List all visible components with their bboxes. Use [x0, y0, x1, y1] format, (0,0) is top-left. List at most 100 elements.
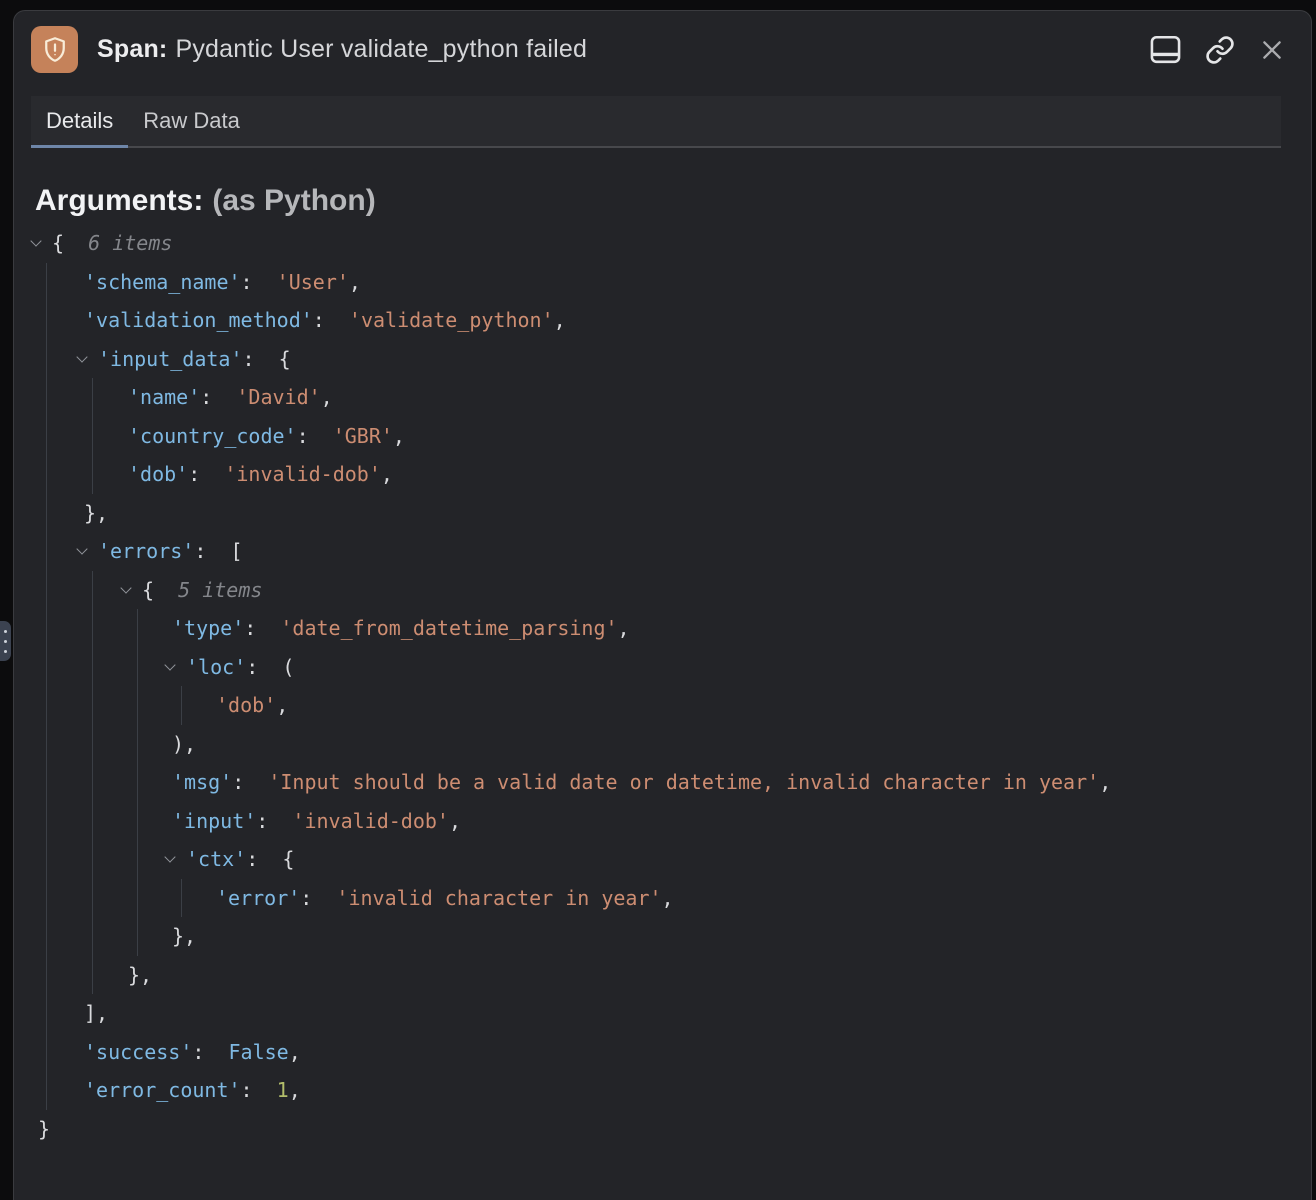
- json-punctuation: :: [313, 308, 349, 332]
- tree-row: },: [14, 494, 1311, 533]
- json-string: 'date_from_datetime_parsing': [280, 616, 617, 640]
- panel-title-text: Pydantic User validate_python failed: [175, 35, 587, 63]
- indent-guide: [137, 648, 138, 687]
- chevron-down-icon[interactable]: [76, 544, 87, 555]
- json-string: 'User': [277, 270, 349, 294]
- json-punctuation: ,: [393, 424, 405, 448]
- json-key: 'input_data': [98, 347, 243, 371]
- header-actions: [1150, 35, 1285, 65]
- indent-guide: [46, 378, 47, 417]
- section-heading: Arguments: (as Python): [35, 184, 1311, 218]
- json-punctuation: :: [241, 270, 277, 294]
- indent-guide: [92, 725, 93, 764]
- indent-guide: [137, 725, 138, 764]
- tab-bar: DetailsRaw Data: [31, 96, 1281, 148]
- json-punctuation: }: [38, 1117, 50, 1141]
- panel-header: Span:Pydantic User validate_python faile…: [14, 11, 1311, 73]
- indent-guide: [46, 455, 47, 494]
- indent-guide: [137, 686, 138, 725]
- json-punctuation: :: [297, 424, 333, 448]
- json-punctuation: : (: [246, 655, 294, 679]
- indent-guide: [46, 956, 47, 995]
- json-punctuation: },: [128, 963, 152, 987]
- indent-guide: [137, 609, 138, 648]
- json-punctuation: ,: [289, 1078, 301, 1102]
- json-key: 'dob': [128, 462, 188, 486]
- chevron-down-icon[interactable]: [164, 659, 175, 670]
- json-key: 'validation_method': [84, 308, 313, 332]
- json-punctuation: {: [52, 231, 88, 255]
- json-punctuation: },: [84, 501, 108, 525]
- shield-alert-icon: [31, 26, 78, 73]
- indent-guide: [92, 378, 93, 417]
- json-tree: { 6 items'schema_name': 'User','validati…: [14, 224, 1311, 1148]
- json-punctuation: ,: [618, 616, 630, 640]
- json-punctuation: :: [300, 886, 336, 910]
- json-string: 'invalid-dob': [292, 809, 449, 833]
- tree-row: 'error_count': 1,: [14, 1071, 1311, 1110]
- json-number: 1: [277, 1078, 289, 1102]
- section-heading-suffix: (as Python): [212, 184, 375, 217]
- json-key: 'success': [84, 1040, 192, 1064]
- indent-guide: [92, 417, 93, 456]
- indent-guide: [92, 763, 93, 802]
- panel-title: Span:Pydantic User validate_python faile…: [97, 35, 587, 64]
- json-key: 'country_code': [128, 424, 297, 448]
- close-icon[interactable]: [1259, 37, 1285, 63]
- indent-guide: [46, 609, 47, 648]
- indent-guide: [92, 686, 93, 725]
- tree-row: 'msg': 'Input should be a valid date or …: [14, 763, 1311, 802]
- indent-guide: [46, 417, 47, 456]
- indent-guide: [46, 340, 47, 379]
- indent-guide: [46, 840, 47, 879]
- json-string: 'validate_python': [349, 308, 554, 332]
- indent-guide: [92, 840, 93, 879]
- indent-guide: [46, 532, 47, 571]
- indent-guide: [46, 802, 47, 841]
- tree-row: }: [14, 1110, 1311, 1149]
- json-punctuation: ],: [84, 1001, 108, 1025]
- indent-guide: [92, 917, 93, 956]
- json-key: 'schema_name': [84, 270, 241, 294]
- indent-guide: [92, 879, 93, 918]
- panel-bottom-icon[interactable]: [1150, 35, 1181, 64]
- json-string: 'invalid character in year': [336, 886, 661, 910]
- indent-guide: [92, 648, 93, 687]
- json-punctuation: },: [172, 924, 196, 948]
- indent-guide: [46, 1071, 47, 1110]
- json-boolean: False: [229, 1040, 289, 1064]
- indent-guide: [181, 879, 182, 918]
- tree-row: },: [14, 917, 1311, 956]
- tree-row: 'input_data': {: [14, 340, 1311, 379]
- chevron-down-icon[interactable]: [76, 351, 87, 362]
- tree-row: },: [14, 956, 1311, 995]
- chevron-down-icon[interactable]: [120, 582, 131, 593]
- json-punctuation: ,: [554, 308, 566, 332]
- json-punctuation: :: [200, 385, 236, 409]
- tab-raw-data[interactable]: Raw Data: [128, 96, 255, 146]
- tab-details[interactable]: Details: [31, 96, 128, 146]
- indent-guide: [46, 571, 47, 610]
- indent-guide: [92, 455, 93, 494]
- indent-guide: [46, 917, 47, 956]
- span-detail-panel: Span:Pydantic User validate_python faile…: [13, 10, 1312, 1200]
- json-punctuation: ,: [276, 693, 288, 717]
- drag-handle[interactable]: [0, 621, 11, 661]
- json-punctuation: ,: [381, 462, 393, 486]
- section-heading-main: Arguments:: [35, 184, 203, 217]
- json-punctuation: :: [232, 770, 268, 794]
- tree-row: 'success': False,: [14, 1033, 1311, 1072]
- chevron-down-icon[interactable]: [30, 236, 41, 247]
- tree-row: 'schema_name': 'User',: [14, 263, 1311, 302]
- json-punctuation: :: [244, 616, 280, 640]
- json-item-count: 5 items: [178, 578, 262, 602]
- link-icon[interactable]: [1205, 35, 1235, 65]
- json-punctuation: : {: [246, 847, 294, 871]
- chevron-down-icon[interactable]: [164, 852, 175, 863]
- indent-guide: [46, 686, 47, 725]
- json-punctuation: : [: [194, 539, 242, 563]
- indent-guide: [46, 879, 47, 918]
- tree-row: 'dob',: [14, 686, 1311, 725]
- tree-row: 'validation_method': 'validate_python',: [14, 301, 1311, 340]
- tree-row: ],: [14, 994, 1311, 1033]
